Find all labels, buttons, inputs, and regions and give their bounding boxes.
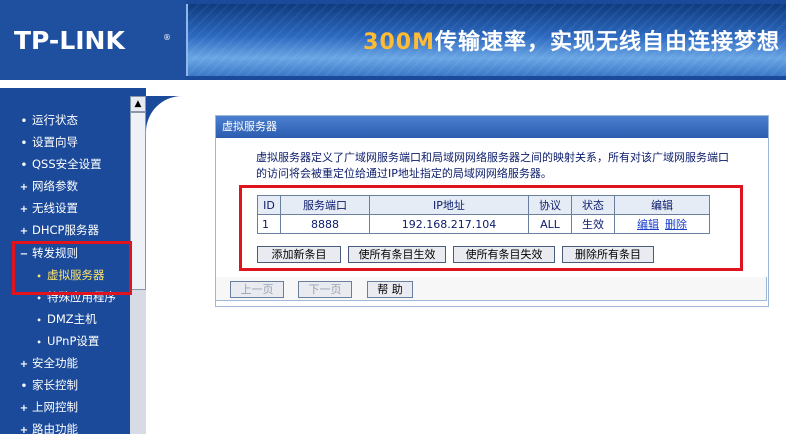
sidebar-item-label: 设置向导 xyxy=(32,135,78,149)
sidebar-item-upnp[interactable]: • UPnP设置 xyxy=(0,330,99,352)
panel-description: 虚拟服务器定义了广域网服务端口和局域网网络服务器之间的映射关系，所有对该广域网服… xyxy=(256,151,729,180)
bullet-icon: • xyxy=(20,160,28,171)
bullet-icon: • xyxy=(36,316,42,325)
sidebar-item-network[interactable]: + 网络参数 xyxy=(0,175,78,197)
sidebar-item-label: 无线设置 xyxy=(32,201,78,215)
sidebar-item-label: QSS安全设置 xyxy=(32,157,102,171)
add-entry-button[interactable]: 添加新条目 xyxy=(257,246,341,263)
sidebar-item-label: 运行状态 xyxy=(32,113,78,127)
sidebar-item-status[interactable]: • 运行状态 xyxy=(0,109,78,131)
next-page-button[interactable]: 下一页 xyxy=(298,281,352,298)
bullet-icon: • xyxy=(36,338,42,347)
sidebar-item-label: 网络参数 xyxy=(32,179,78,193)
page-nav-bar: 上一页 下一页 帮 助 xyxy=(215,277,767,301)
cell-port: 8888 xyxy=(280,214,370,234)
panel-title: 虚拟服务器 xyxy=(216,116,768,138)
sidebar-item-qss[interactable]: • QSS安全设置 xyxy=(0,153,102,175)
banner-text: 传输速率，实现无线自由连接梦想 xyxy=(434,30,780,55)
disable-all-button[interactable]: 使所有条目失效 xyxy=(453,246,555,263)
sidebar-item-wizard[interactable]: • 设置向导 xyxy=(0,131,78,153)
bullet-icon: • xyxy=(20,381,28,392)
col-status: 状态 xyxy=(571,195,615,215)
bullet-icon: • xyxy=(20,138,28,149)
sidebar-item-label: DHCP服务器 xyxy=(32,223,99,237)
col-port: 服务端口 xyxy=(280,195,370,215)
header-divider xyxy=(0,80,786,88)
table-row: 1 8888 192.168.217.104 ALL 生效 编辑 删除 xyxy=(257,214,710,234)
expand-icon: + xyxy=(19,204,29,215)
sidebar-item-dmz[interactable]: • DMZ主机 xyxy=(0,308,97,330)
sidebar-item-parental[interactable]: • 家长控制 xyxy=(0,374,78,396)
bullet-icon: • xyxy=(20,116,28,127)
expand-icon: + xyxy=(19,226,29,237)
sidebar-item-label: 安全功能 xyxy=(32,356,78,370)
sidebar-item-wireless[interactable]: + 无线设置 xyxy=(0,197,78,219)
help-button[interactable]: 帮 助 xyxy=(367,281,413,298)
col-edit: 编辑 xyxy=(614,195,710,215)
col-protocol: 协议 xyxy=(528,195,572,215)
main-content: 虚拟服务器 虚拟服务器定义了广域网服务端口和局域网网络服务器之间的映射关系，所有… xyxy=(146,88,786,434)
delete-all-button[interactable]: 删除所有条目 xyxy=(562,246,654,263)
expand-icon: + xyxy=(19,359,29,370)
table-header-row: ID 服务端口 IP地址 协议 状态 编辑 xyxy=(257,195,710,215)
col-ip: IP地址 xyxy=(369,195,529,215)
sidebar-item-label: 家长控制 xyxy=(32,378,78,392)
prev-page-button[interactable]: 上一页 xyxy=(230,281,284,298)
highlight-box-menu xyxy=(12,241,132,295)
banner-slogan: 300M传输速率，实现无线自由连接梦想 xyxy=(363,24,780,56)
expand-icon: + xyxy=(19,182,29,193)
logo-text: TP-LINK xyxy=(14,26,125,55)
banner-speed: 300M xyxy=(363,30,435,55)
cell-actions: 编辑 删除 xyxy=(614,214,710,234)
delete-link[interactable]: 删除 xyxy=(665,218,687,231)
scroll-thumb[interactable] xyxy=(130,112,146,290)
sidebar-item-security[interactable]: + 安全功能 xyxy=(0,352,78,374)
expand-icon: + xyxy=(19,425,29,436)
cell-ip: 192.168.217.104 xyxy=(369,214,529,234)
logo: TP-LINK ® xyxy=(0,0,186,80)
sidebar-item-label: UPnP设置 xyxy=(47,334,100,348)
sidebar-item-dhcp[interactable]: + DHCP服务器 xyxy=(0,219,99,241)
registered-mark: ® xyxy=(163,33,171,42)
cell-status: 生效 xyxy=(571,214,615,234)
expand-icon: + xyxy=(19,403,29,414)
header: TP-LINK ® 300M传输速率，实现无线自由连接梦想 xyxy=(0,0,786,80)
banner: 300M传输速率，实现无线自由连接梦想 xyxy=(186,4,786,76)
enable-all-button[interactable]: 使所有条目生效 xyxy=(348,246,446,263)
sidebar-scrollbar[interactable]: ▲ xyxy=(130,96,146,434)
sidebar-item-access-control[interactable]: + 上网控制 xyxy=(0,396,78,418)
cell-protocol: ALL xyxy=(528,214,572,234)
virtual-server-table: ID 服务端口 IP地址 协议 状态 编辑 1 8888 192.168.217… xyxy=(257,195,710,234)
sidebar-item-label: DMZ主机 xyxy=(47,312,97,326)
sidebar: • 运行状态 • 设置向导 • QSS安全设置 + 网络参数 + 无线设置 + DHCP服务… xyxy=(0,88,146,436)
sidebar-item-routing[interactable]: + 路由功能 xyxy=(0,418,78,440)
cell-id: 1 xyxy=(257,214,281,234)
scroll-up-icon[interactable]: ▲ xyxy=(130,96,146,112)
edit-link[interactable]: 编辑 xyxy=(637,218,659,231)
sidebar-item-label: 上网控制 xyxy=(32,400,78,414)
col-id: ID xyxy=(257,195,281,215)
